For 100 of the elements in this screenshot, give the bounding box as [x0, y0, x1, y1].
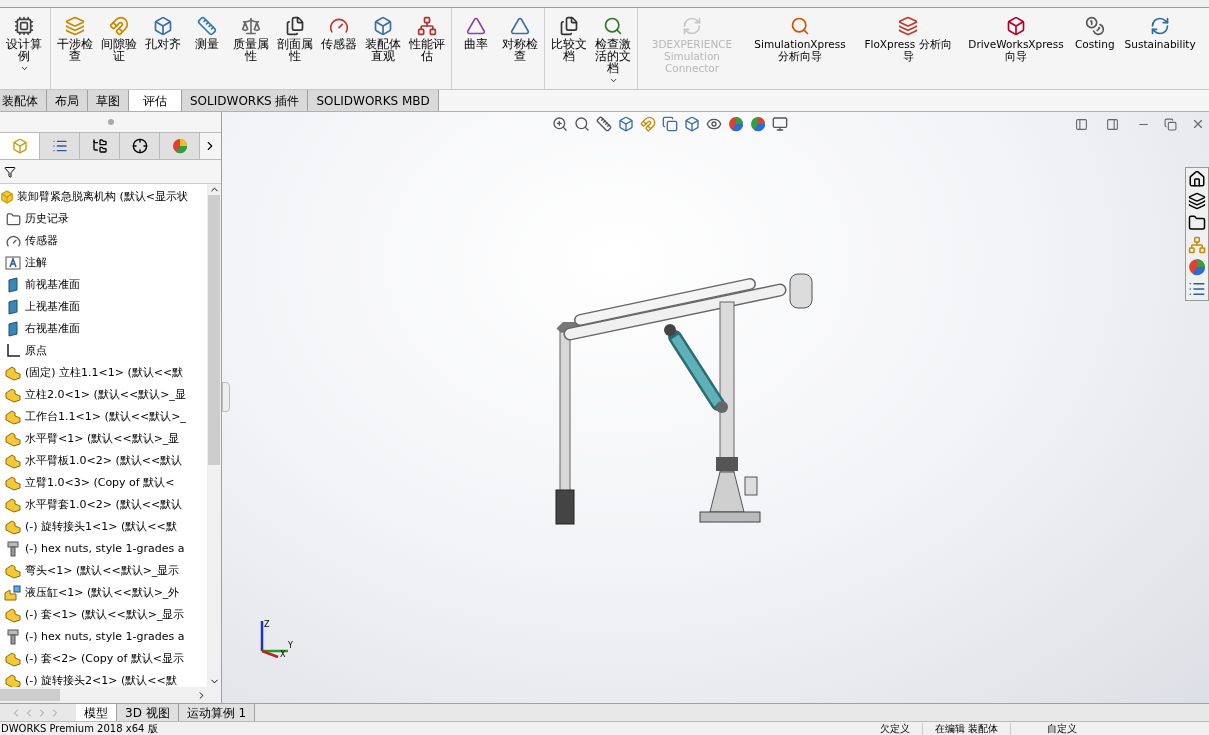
panel-left-icon[interactable]	[1075, 117, 1088, 131]
command-tab[interactable]: 装配体	[0, 90, 47, 111]
tree-item[interactable]: 水平臂<1> (默认<<默认>_显	[0, 428, 207, 450]
tree-item[interactable]: 上视基准面	[0, 296, 207, 318]
status-text: 欠定义	[867, 722, 923, 735]
tree-item[interactable]: (固定) 立柱1.1<1> (默认<<默	[0, 362, 207, 384]
filter-icon[interactable]	[4, 165, 16, 178]
tree-item[interactable]: (-) 旋转接头2<1> (默认<<默	[0, 670, 207, 687]
monitor-icon[interactable]	[772, 116, 788, 132]
layers-icon	[65, 16, 85, 36]
view-tab[interactable]: 运动算例 1	[178, 704, 256, 721]
grip-icon[interactable]	[107, 119, 114, 125]
tree-item[interactable]: (-) hex nuts, style 1-grades a	[0, 538, 207, 560]
status-text: 自定义	[1046, 722, 1078, 735]
color-wheel-icon[interactable]	[1188, 258, 1206, 276]
panel-tab[interactable]	[120, 133, 160, 159]
tree-item[interactable]: 右视基准面	[0, 318, 207, 340]
close-icon[interactable]	[1191, 117, 1205, 131]
tree-item[interactable]: 工作台1.1<1> (默认<<默认>_	[0, 406, 207, 428]
folder-icon[interactable]	[1188, 214, 1206, 232]
ribbon-tool-button[interactable]: Sustainability	[1121, 8, 1199, 86]
command-tab[interactable]: SOLIDWORKS 插件	[182, 90, 309, 111]
tree-item[interactable]: (-) 套<2> (Copy of 默认<显示	[0, 648, 207, 670]
cube-icon[interactable]	[684, 116, 700, 132]
tree-item[interactable]: 装卸臂紧急脱离机构 (默认<显示状	[0, 186, 207, 208]
bolt-icon	[6, 629, 20, 645]
layers-icon	[898, 16, 918, 36]
tree-item[interactable]: 液压缸<1> (默认<<默认>_外	[0, 582, 207, 604]
ribbon-tool-button[interactable]: Costing	[1072, 8, 1118, 86]
command-tab[interactable]: SOLIDWORKS MBD	[308, 90, 439, 111]
tree-item[interactable]: 传感器	[0, 230, 207, 252]
tree-item[interactable]: (-) hex nuts, style 1-grades a	[0, 626, 207, 648]
ribbon-tool-button[interactable]: 剖面属性	[273, 8, 317, 86]
tree-item[interactable]: 原点	[0, 340, 207, 362]
ribbon-tool-button[interactable]: 曲率	[454, 8, 498, 86]
caret-icon	[19, 64, 29, 73]
restore-icon[interactable]	[1164, 117, 1177, 131]
part-icon	[4, 673, 22, 687]
command-tab[interactable]: 布局	[47, 90, 88, 111]
axis-label: Z	[264, 620, 271, 629]
ribbon-tool-button[interactable]: 孔对齐	[141, 8, 185, 86]
panel-tab[interactable]	[80, 133, 120, 159]
vertical-scrollbar[interactable]	[207, 184, 221, 687]
ribbon-tool-button[interactable]: 性能评估	[405, 8, 449, 86]
ribbon-tool-button[interactable]: 设计算例	[2, 8, 46, 86]
part-icon	[4, 475, 22, 491]
ribbon-tool-button[interactable]: 装配体直观	[361, 8, 405, 86]
files-icon	[559, 16, 579, 36]
copy-icon[interactable]	[662, 116, 678, 132]
tree-item[interactable]: 弯头<1> (默认<<默认>_显示	[0, 560, 207, 582]
tree-item[interactable]: 注解	[0, 252, 207, 274]
panel-collapse-handle[interactable]	[222, 382, 230, 412]
ribbon-tool-button[interactable]: 测量	[185, 8, 229, 86]
cube-icon[interactable]	[618, 116, 634, 132]
coins-icon	[1084, 16, 1105, 36]
ribbon-tool-button[interactable]: 干涉检查	[53, 8, 97, 86]
panel-right-icon[interactable]	[1106, 117, 1119, 131]
ribbon-tool-button[interactable]: 质量属性	[229, 8, 273, 86]
part-icon	[4, 519, 22, 535]
tree-item[interactable]: (-) 旋转接头1<1> (默认<<默	[0, 516, 207, 538]
search-icon[interactable]	[574, 116, 590, 132]
command-tab[interactable]: 草图	[88, 90, 129, 111]
library-icon[interactable]	[1188, 192, 1206, 210]
cube-icon	[11, 138, 28, 154]
tree-item[interactable]: 水平臂板1.0<2> (默认<<默认	[0, 450, 207, 472]
ribbon-tool-button[interactable]: 对称检查	[498, 8, 542, 86]
ribbon-tool-button[interactable]: DriveWorksXpress 向导	[964, 8, 1068, 86]
tree-item[interactable]: 立柱2.0<1> (默认<<默认>_显	[0, 384, 207, 406]
tree-item[interactable]: 立臂1.0<3> (Copy of 默认<	[0, 472, 207, 494]
tree-item[interactable]: (-) 套<1> (默认<<默认>_显示	[0, 604, 207, 626]
list-icon[interactable]	[1188, 280, 1206, 298]
ribbon-tool-button[interactable]: 检查激活的文档	[591, 8, 635, 86]
origin-icon	[5, 343, 21, 359]
axis-label: X	[280, 650, 287, 659]
command-tab[interactable]: 评估	[129, 90, 182, 111]
cube-icon	[153, 16, 173, 36]
tree-item[interactable]: 水平臂套1.0<2> (默认<<默认	[0, 494, 207, 516]
triangle-icon	[466, 16, 486, 36]
ruler-icon	[197, 16, 217, 36]
zoom-icon[interactable]	[552, 116, 568, 132]
ruler-icon[interactable]	[596, 116, 612, 132]
horizontal-scrollbar[interactable]	[0, 687, 221, 703]
ribbon-tool-button[interactable]: FloXpress 分析向导	[856, 8, 960, 86]
color-wheel-icon[interactable]	[750, 116, 766, 132]
ribbon-tool-button[interactable]: 间隙验证	[97, 8, 141, 86]
ribbon-tool-button[interactable]: 传感器	[317, 8, 361, 86]
tree-item[interactable]: 历史记录	[0, 208, 207, 230]
magnet-icon[interactable]	[640, 116, 656, 132]
ribbon-tool-button[interactable]: 比较文档	[547, 8, 591, 86]
view-tab[interactable]: 3D 视图	[117, 704, 179, 721]
graphics-viewport[interactable]: Z Y X	[222, 112, 1209, 703]
tree-item[interactable]: 前视基准面	[0, 274, 207, 296]
ribbon-tool-button[interactable]: SimulationXpress 分析向导	[748, 8, 852, 86]
eye-icon[interactable]	[706, 116, 722, 132]
view-tab[interactable]: 模型	[76, 704, 117, 721]
plane-icon	[7, 277, 19, 293]
color-wheel-icon[interactable]	[728, 116, 744, 132]
home-icon[interactable]	[1188, 170, 1206, 188]
search-icon	[603, 16, 623, 36]
crosshair-icon	[131, 138, 148, 154]
